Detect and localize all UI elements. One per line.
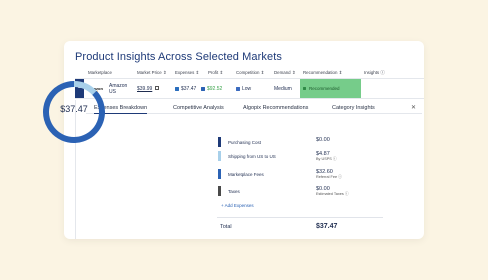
page-title: Product Insights Across Selected Markets [75,51,282,63]
col-profit[interactable]: Profit ⇕ [208,70,223,76]
tab-bar: Expenses Breakdown Competitive Analysis … [86,100,422,114]
external-link-icon[interactable] [155,86,159,90]
tab-competitive-analysis[interactable]: Competitive Analysis [173,105,224,111]
expense-value: $0.00 [316,137,330,143]
close-icon[interactable]: ✕ [411,104,416,111]
expense-label: Purchasing Cost [228,140,262,145]
col-demand[interactable]: Demand ⇕ [274,70,296,76]
expense-color-bar [218,186,221,196]
tab-category-insights[interactable]: Category Insights [332,105,375,111]
expenses-icon [175,87,179,91]
expense-label: Shipping from US to US [228,154,276,159]
total-label: Total [220,224,232,230]
marketplace-name-text: Amazon US [109,83,128,95]
col-competition[interactable]: Competition ⇕ [236,70,264,76]
add-expenses-link[interactable]: + Add Expenses [221,203,254,208]
donut-total: $37.47 [60,104,88,114]
competition-icon [236,87,240,91]
market-price[interactable]: $39.99 [137,86,152,92]
competition-value: Low [242,86,252,92]
expense-color-bar [218,151,221,161]
expense-color-bar [218,137,221,147]
marketplace-name: Amazon US [109,83,127,95]
profit-icon [201,87,205,91]
table-row[interactable]: – amazon Amazon US $39.99 $37.47 $92.52 … [75,78,424,99]
expense-label: Marketplace Fees [228,172,264,177]
expenses-value: $37.47 [181,86,197,92]
expense-sub[interactable]: Referral Fee ⓘ [316,175,342,180]
profit-value: $92.52 [207,86,223,92]
expense-label: Taxes [228,189,240,194]
divider [217,217,383,218]
demand-value: Medium [274,86,292,92]
expense-sub[interactable]: By USPS ⓘ [316,157,337,162]
col-expenses[interactable]: Expenses ⇕ [175,70,199,76]
col-recommendation[interactable]: Recommendation ⇕ [303,70,342,76]
recommendation-cell: Recommended [300,79,361,98]
tab-algopix-recommendations[interactable]: Algopix Recommendations [243,105,308,111]
col-insights[interactable]: Insights ⓘ [364,70,385,76]
col-market-price[interactable]: Market Price ⇕ [137,70,167,76]
donut-segment [73,81,97,96]
col-marketplace[interactable]: Marketplace [88,70,112,75]
expense-sub[interactable]: Estimated Taxes ⓘ [316,192,349,197]
expense-color-bar [218,169,221,179]
total-value: $37.47 [316,223,338,230]
check-icon [303,87,306,90]
details-panel: Expenses Breakdown Competitive Analysis … [75,100,422,239]
recommendation-value: Recommended [309,86,340,91]
